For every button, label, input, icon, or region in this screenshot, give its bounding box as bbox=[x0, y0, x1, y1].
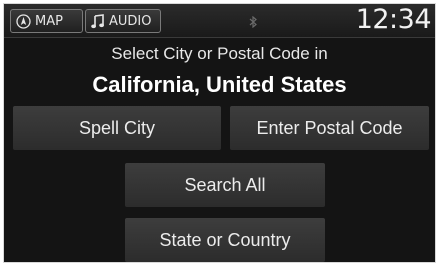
map-tab[interactable]: MAP bbox=[10, 9, 83, 33]
state-or-country-button[interactable]: State or Country bbox=[125, 218, 325, 262]
map-tab-label: MAP bbox=[35, 13, 63, 29]
bluetooth-icon bbox=[249, 15, 257, 31]
region-title: California, United States bbox=[92, 72, 347, 97]
audio-tab[interactable]: AUDIO bbox=[85, 9, 161, 33]
clock: 12:34 bbox=[355, 4, 432, 35]
prompt-text: Select City or Postal Code in bbox=[111, 44, 328, 63]
status-bar: MAP AUDIO 12:34 bbox=[4, 4, 435, 38]
spell-city-button[interactable]: Spell City bbox=[13, 106, 221, 150]
navigation-screen: MAP AUDIO 12:34 Select City or Postal Co… bbox=[3, 3, 436, 263]
search-all-button[interactable]: Search All bbox=[125, 163, 325, 207]
audio-tab-label: AUDIO bbox=[109, 13, 152, 29]
enter-postal-code-button[interactable]: Enter Postal Code bbox=[230, 106, 429, 150]
music-note-icon bbox=[91, 13, 105, 29]
compass-arrow-icon bbox=[16, 13, 31, 29]
